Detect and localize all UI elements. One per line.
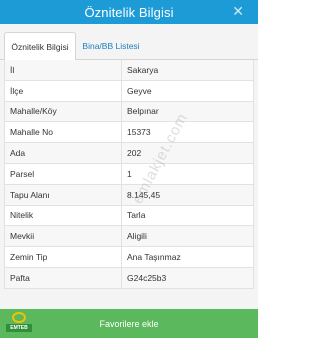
table-row: Ada 202 bbox=[4, 143, 254, 164]
attribute-key: İlçe bbox=[5, 80, 122, 101]
attribute-key: Tapu Alanı bbox=[5, 184, 122, 205]
attribute-key: Mahalle No bbox=[5, 122, 122, 143]
attribute-key: Ada bbox=[5, 143, 122, 163]
brand-logo: EMTEB bbox=[6, 312, 32, 334]
attribute-value: 15373 bbox=[127, 127, 151, 138]
attribute-value: Geyve bbox=[127, 85, 152, 96]
attribute-key: Nitelik bbox=[5, 205, 122, 226]
attribute-value: Ana Taşınmaz bbox=[127, 252, 181, 263]
table-row: Mahalle No 15373 bbox=[4, 122, 254, 144]
panel-title: Öznitelik Bilgisi bbox=[84, 4, 174, 20]
table-row: Zemin Tip Ana Taşınmaz bbox=[4, 247, 254, 268]
logo-text: EMTEB bbox=[6, 324, 32, 332]
attribute-value: G24c25b3 bbox=[127, 272, 167, 283]
title-bar: Öznitelik Bilgisi ✕ bbox=[0, 0, 258, 24]
attribute-value: Tarla bbox=[127, 210, 146, 221]
tab-bar: Öznitelik Bilgisi Bina/BB Listesi bbox=[0, 24, 258, 60]
tab-attribute-info[interactable]: Öznitelik Bilgisi bbox=[4, 32, 76, 60]
attribute-key: İl bbox=[5, 60, 122, 80]
attribute-key: Mahalle/Köy bbox=[5, 101, 122, 122]
table-row: Tapu Alanı 8.145,45 bbox=[4, 184, 254, 206]
attribute-table: İl Sakarya İlçe Geyve Mahalle/Köy Belpın… bbox=[4, 60, 254, 289]
table-row: İlçe Geyve bbox=[4, 80, 254, 102]
close-icon[interactable]: ✕ bbox=[232, 4, 244, 20]
attribute-value: Aligili bbox=[127, 231, 147, 242]
logo-ring-icon bbox=[12, 312, 26, 323]
attribute-key: Zemin Tip bbox=[5, 247, 122, 267]
attribute-key: Parsel bbox=[5, 163, 122, 184]
tab-building-list[interactable]: Bina/BB Listesi bbox=[78, 32, 144, 60]
attribute-value: Belpınar bbox=[127, 106, 159, 117]
table-row: Pafta G24c25b3 bbox=[4, 267, 254, 289]
table-row: Nitelik Tarla bbox=[4, 205, 254, 227]
attribute-value: 202 bbox=[127, 148, 142, 159]
favorites-button-label: Favorilere ekle bbox=[99, 318, 159, 329]
attribute-value: Sakarya bbox=[127, 64, 159, 75]
table-row: Parsel 1 bbox=[4, 163, 254, 185]
favorites-button[interactable]: Favorilere ekle bbox=[0, 309, 258, 338]
table-row: İl Sakarya bbox=[4, 60, 254, 81]
attribute-value: 1 bbox=[127, 168, 132, 179]
attribute-value: 8.145,45 bbox=[127, 189, 161, 200]
table-row: Mahalle/Köy Belpınar bbox=[4, 101, 254, 123]
attribute-key: Pafta bbox=[5, 267, 122, 288]
attribute-key: Mevkii bbox=[5, 226, 122, 247]
attribute-info-panel: Öznitelik Bilgisi ✕ Öznitelik Bilgisi Bi… bbox=[0, 0, 258, 338]
table-row: Mevkii Aligili bbox=[4, 226, 254, 248]
